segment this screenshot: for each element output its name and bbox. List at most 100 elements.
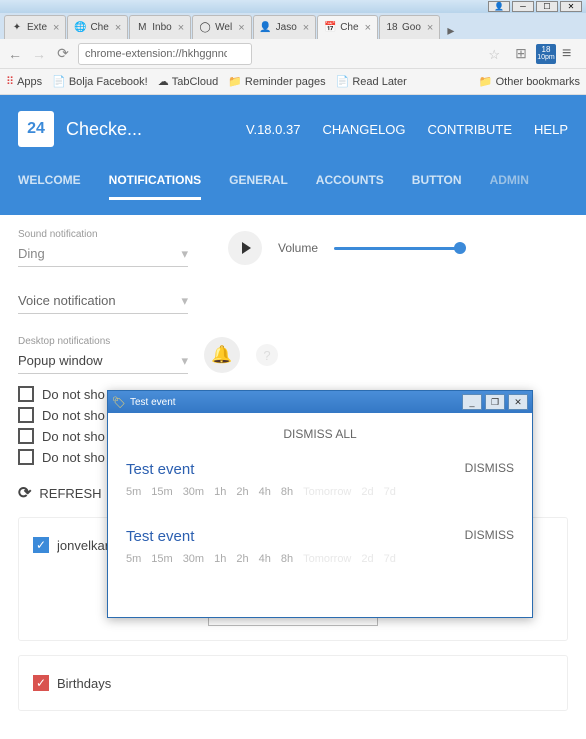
checkbox[interactable]: [18, 449, 34, 465]
snooze-option[interactable]: 4h: [259, 553, 271, 565]
tab-label: Che: [340, 22, 358, 33]
help-link[interactable]: HELP: [534, 122, 568, 137]
snooze-option[interactable]: 8h: [281, 486, 293, 498]
popup-maximize[interactable]: ❐: [485, 394, 505, 410]
snooze-option[interactable]: 15m: [151, 553, 172, 565]
popup-close[interactable]: ✕: [508, 394, 528, 410]
url-wrap: ☆: [78, 43, 506, 65]
address-bar[interactable]: [78, 43, 252, 65]
user-button[interactable]: 👤: [488, 1, 510, 12]
voice-select[interactable]: Voice notification ▾: [18, 289, 188, 314]
reload-button[interactable]: ⟳: [54, 45, 72, 63]
bookmarks-bar: ⠿Apps 📄Bolja Facebook! ☁TabCloud 📁Remind…: [0, 69, 586, 95]
snooze-option[interactable]: 7d: [384, 486, 396, 498]
tab-close-icon[interactable]: ×: [427, 22, 433, 34]
contribute-link[interactable]: CONTRIBUTE: [428, 122, 513, 137]
minimize-button[interactable]: ─: [512, 1, 534, 12]
bookmark-item[interactable]: 📄Bolja Facebook!: [52, 75, 148, 88]
play-icon: [242, 242, 251, 254]
forward-button[interactable]: →: [30, 45, 48, 63]
snooze-option[interactable]: 8h: [281, 553, 293, 565]
dismiss-all-button[interactable]: DISMISS ALL: [126, 427, 514, 441]
event-title[interactable]: Test event: [126, 461, 465, 478]
tab-close-icon[interactable]: ×: [53, 22, 59, 34]
back-button[interactable]: ←: [6, 45, 24, 63]
reminder-popup: 🏷 Test event _ ❐ ✕ DISMISS ALL Test even…: [107, 390, 533, 618]
snooze-option[interactable]: 2d: [361, 486, 373, 498]
desktop-select[interactable]: Popup window ▾: [18, 349, 188, 374]
chrome-menu-icon[interactable]: ≡: [562, 45, 580, 63]
snooze-option[interactable]: Tomorrow: [303, 486, 351, 498]
slider-thumb[interactable]: [454, 242, 466, 254]
calendar-name: Birthdays: [57, 676, 111, 691]
snooze-option[interactable]: 7d: [384, 553, 396, 565]
other-bookmarks[interactable]: 📁Other bookmarks: [479, 75, 580, 88]
bookmark-item[interactable]: ☁TabCloud: [158, 75, 218, 88]
tab-close-icon[interactable]: ×: [365, 22, 371, 34]
snooze-option[interactable]: 1h: [214, 486, 226, 498]
event-title[interactable]: Test event: [126, 528, 465, 545]
popup-minimize[interactable]: _: [462, 394, 482, 410]
browser-tab[interactable]: 📅Che×: [317, 15, 378, 39]
tab-general[interactable]: GENERAL: [229, 173, 288, 200]
changelog-link[interactable]: CHANGELOG: [322, 122, 405, 137]
header-links: V.18.0.37 CHANGELOG CONTRIBUTE HELP: [246, 122, 568, 137]
snooze-options: 5m 15m 30m 1h 2h 4h 8h Tomorrow 2d 7d: [126, 486, 465, 498]
calendar-checkbox[interactable]: ✓: [33, 537, 49, 553]
close-button[interactable]: ✕: [560, 1, 582, 12]
maximize-button[interactable]: ☐: [536, 1, 558, 12]
snooze-option[interactable]: 30m: [183, 486, 204, 498]
calendar-checkbox[interactable]: ✓: [33, 675, 49, 691]
browser-tab[interactable]: MInbo×: [129, 15, 191, 39]
volume-slider[interactable]: [334, 247, 464, 250]
tab-close-icon[interactable]: ×: [303, 22, 309, 34]
checkbox[interactable]: [18, 386, 34, 402]
snooze-option[interactable]: 2d: [361, 553, 373, 565]
snooze-option[interactable]: 30m: [183, 553, 204, 565]
extension-badge[interactable]: 18 10pm: [536, 44, 556, 64]
snooze-option[interactable]: 5m: [126, 553, 141, 565]
snooze-option[interactable]: 4h: [259, 486, 271, 498]
tab-welcome[interactable]: WELCOME: [18, 173, 81, 200]
bookmark-item[interactable]: 📄Read Later: [336, 75, 407, 88]
preview-bell-button[interactable]: 🔔: [204, 337, 240, 373]
sound-select[interactable]: Ding ▾: [18, 242, 188, 267]
folder-icon: 📁: [228, 75, 242, 88]
app-nav-tabs: WELCOME NOTIFICATIONS GENERAL ACCOUNTS B…: [0, 147, 586, 200]
bookmark-item[interactable]: 📁Reminder pages: [228, 75, 325, 88]
popup-titlebar[interactable]: 🏷 Test event _ ❐ ✕: [108, 391, 532, 413]
tab-button[interactable]: BUTTON: [412, 173, 462, 200]
browser-tab[interactable]: ◯Wel×: [192, 15, 251, 39]
tab-label: Wel: [215, 22, 232, 33]
bookmark-star-icon[interactable]: ☆: [488, 47, 500, 63]
snooze-option[interactable]: 1h: [214, 553, 226, 565]
translate-icon[interactable]: ⊞: [512, 45, 530, 63]
new-tab-button[interactable]: ▸: [441, 22, 460, 39]
dismiss-button[interactable]: DISMISS: [465, 461, 514, 475]
snooze-option[interactable]: Tomorrow: [303, 553, 351, 565]
help-icon[interactable]: ?: [256, 344, 278, 366]
snooze-option[interactable]: 5m: [126, 486, 141, 498]
tab-favicon: M: [136, 22, 148, 34]
tab-favicon: 🌐: [74, 22, 86, 34]
tab-admin[interactable]: ADMIN: [490, 173, 529, 200]
snooze-options: 5m 15m 30m 1h 2h 4h 8h Tomorrow 2d 7d: [126, 553, 465, 565]
dismiss-button[interactable]: DISMISS: [465, 528, 514, 542]
snooze-option[interactable]: 2h: [236, 553, 248, 565]
play-sound-button[interactable]: [228, 231, 262, 265]
snooze-option[interactable]: 15m: [151, 486, 172, 498]
tab-favicon: 👤: [260, 22, 272, 34]
apps-button[interactable]: ⠿Apps: [6, 75, 42, 88]
browser-tab[interactable]: 18Goo×: [379, 15, 440, 39]
browser-tab[interactable]: ✦Exte×: [4, 15, 66, 39]
snooze-option[interactable]: 2h: [236, 486, 248, 498]
tab-close-icon[interactable]: ×: [238, 22, 244, 34]
tab-accounts[interactable]: ACCOUNTS: [316, 173, 384, 200]
browser-tab[interactable]: 🌐Che×: [67, 15, 128, 39]
tab-notifications[interactable]: NOTIFICATIONS: [109, 173, 201, 200]
checkbox[interactable]: [18, 407, 34, 423]
browser-tab[interactable]: 👤Jaso×: [253, 15, 317, 39]
tab-close-icon[interactable]: ×: [115, 22, 121, 34]
tab-close-icon[interactable]: ×: [178, 22, 184, 34]
checkbox[interactable]: [18, 428, 34, 444]
